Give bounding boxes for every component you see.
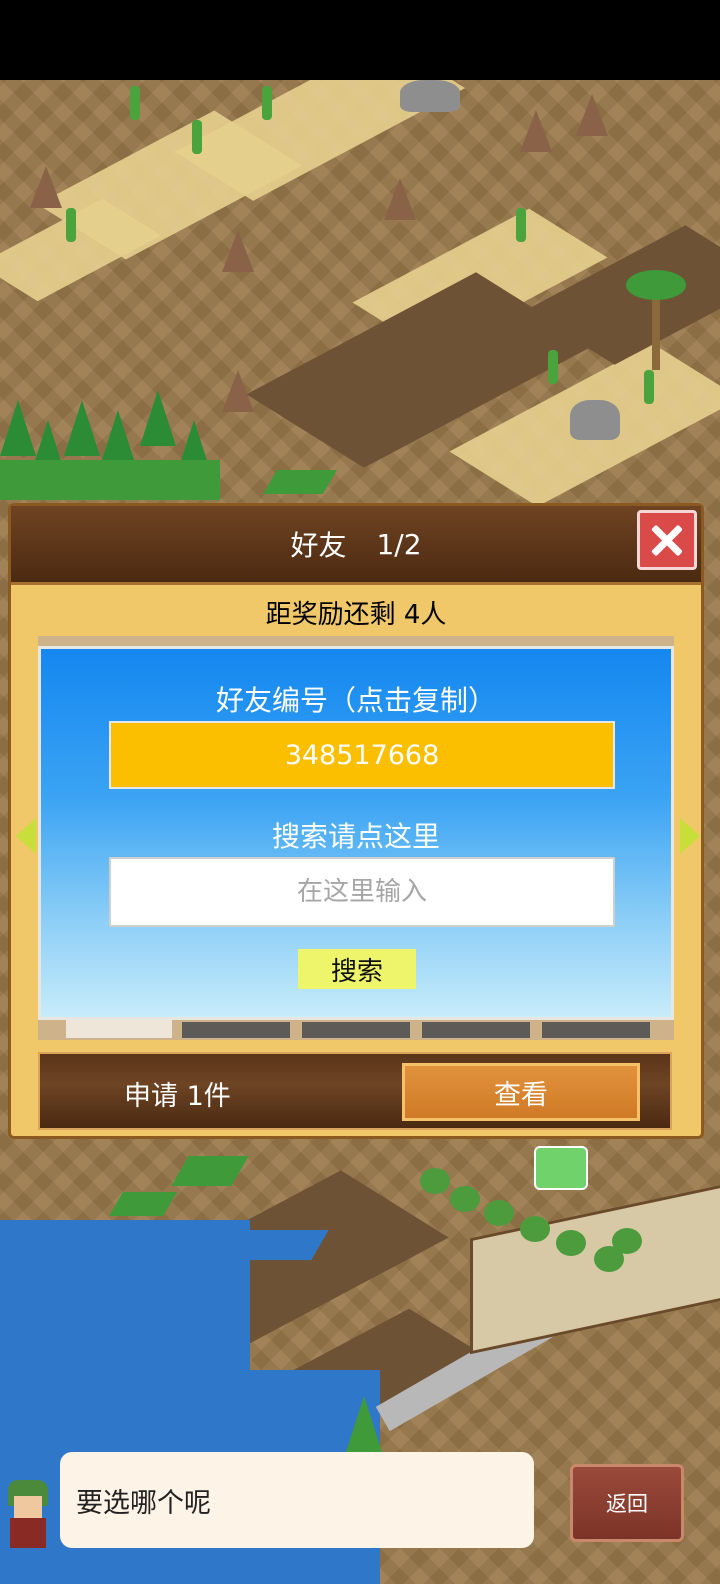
page-indicator: 1/2	[376, 527, 422, 561]
friend-search-input[interactable]	[109, 857, 615, 927]
friend-id-copy-button[interactable]: 348517668	[109, 721, 615, 789]
search-hint: 搜索请点这里	[271, 820, 440, 853]
request-count: 申请 1件	[124, 1081, 231, 1112]
advisor-avatar	[2, 1478, 54, 1550]
arrow-left-icon[interactable]	[16, 818, 36, 854]
status-bar	[0, 0, 720, 80]
friend-id-title: 好友编号（点击复制）	[215, 684, 496, 717]
back-button[interactable]: 返回	[570, 1464, 684, 1542]
friend-code-panel: 好友编号（点击复制） 348517668 搜索请点这里 搜索	[38, 646, 674, 1020]
search-button[interactable]: 搜索	[298, 949, 416, 989]
reward-remaining-text: 距奖励还剩 4人	[265, 600, 447, 630]
friend-icon[interactable]	[534, 1146, 588, 1190]
arrow-right-icon[interactable]	[680, 818, 700, 854]
view-requests-button[interactable]: 查看	[402, 1063, 640, 1121]
request-bar: 申请 1件 查看	[38, 1052, 672, 1130]
close-icon[interactable]	[637, 510, 697, 570]
dialog-header: 好友 1/2	[11, 506, 701, 585]
speech-bubble: 要选哪个呢	[60, 1452, 534, 1548]
dialog-title: 好友	[290, 529, 347, 562]
